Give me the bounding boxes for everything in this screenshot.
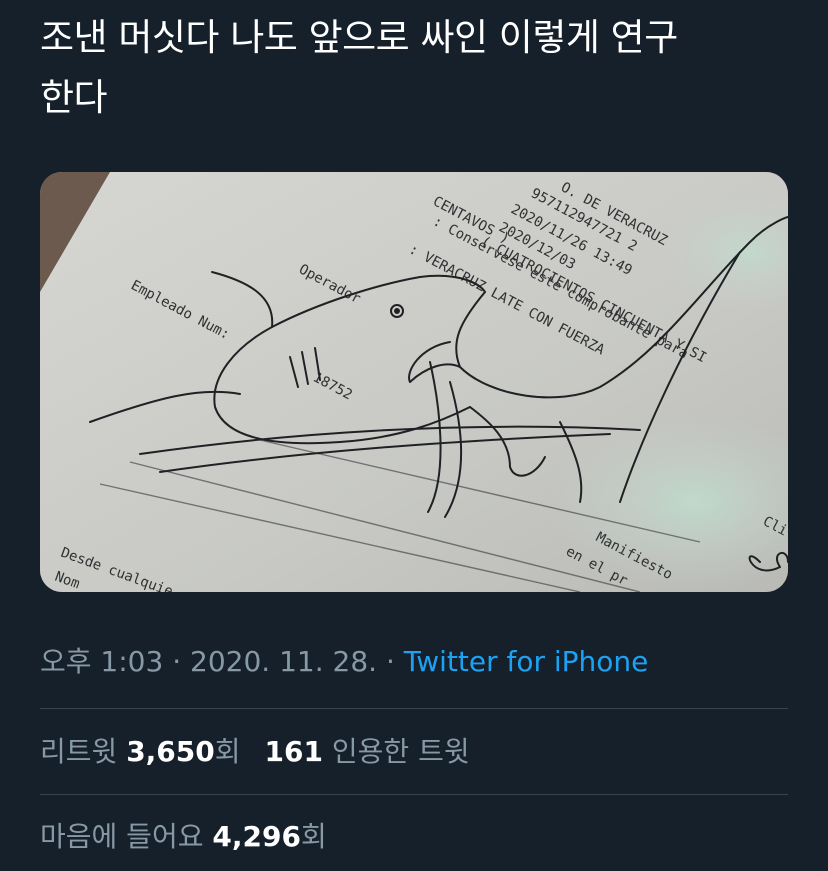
likes-stats: 마음에 들어요 4,296회 bbox=[40, 817, 327, 857]
tweet-source-link[interactable]: Twitter for iPhone bbox=[404, 645, 649, 678]
tweet-date[interactable]: 2020. 11. 28. bbox=[190, 645, 377, 678]
tweet-meta: 오후 1:03 · 2020. 11. 28. · Twitter for iP… bbox=[40, 642, 648, 682]
retweet-unit[interactable]: 회 bbox=[215, 735, 241, 768]
tweet-text-line-1: 조낸 머싯다 나도 앞으로 싸인 이렇게 연구 bbox=[40, 16, 678, 59]
quote-label[interactable]: 인용한 트윗 bbox=[323, 735, 470, 768]
likes-unit[interactable]: 회 bbox=[301, 820, 327, 853]
photo-receipt-illustration: O. DE VERACRUZ 957112947721 2 2020/11/26… bbox=[40, 172, 788, 592]
likes-count[interactable]: 4,296 bbox=[212, 820, 301, 853]
divider bbox=[40, 708, 788, 709]
quote-count[interactable]: 161 bbox=[265, 735, 323, 768]
meta-separator: · bbox=[377, 645, 404, 678]
retweet-label[interactable]: 리트윗 bbox=[40, 735, 126, 768]
divider bbox=[40, 794, 788, 795]
tweet-text-line-2: 한다 bbox=[40, 76, 108, 119]
tweet-photo[interactable]: O. DE VERACRUZ 957112947721 2 2020/11/26… bbox=[40, 172, 788, 592]
retweet-count[interactable]: 3,650 bbox=[126, 735, 215, 768]
tweet-time[interactable]: 오후 1:03 bbox=[40, 645, 163, 678]
likes-label[interactable]: 마음에 들어요 bbox=[40, 820, 212, 853]
retweet-stats: 리트윗 3,650회 161 인용한 트윗 bbox=[40, 732, 470, 772]
tweet-text: 조낸 머싯다 나도 앞으로 싸인 이렇게 연구 한다 bbox=[40, 8, 800, 128]
meta-separator: · bbox=[163, 645, 191, 678]
